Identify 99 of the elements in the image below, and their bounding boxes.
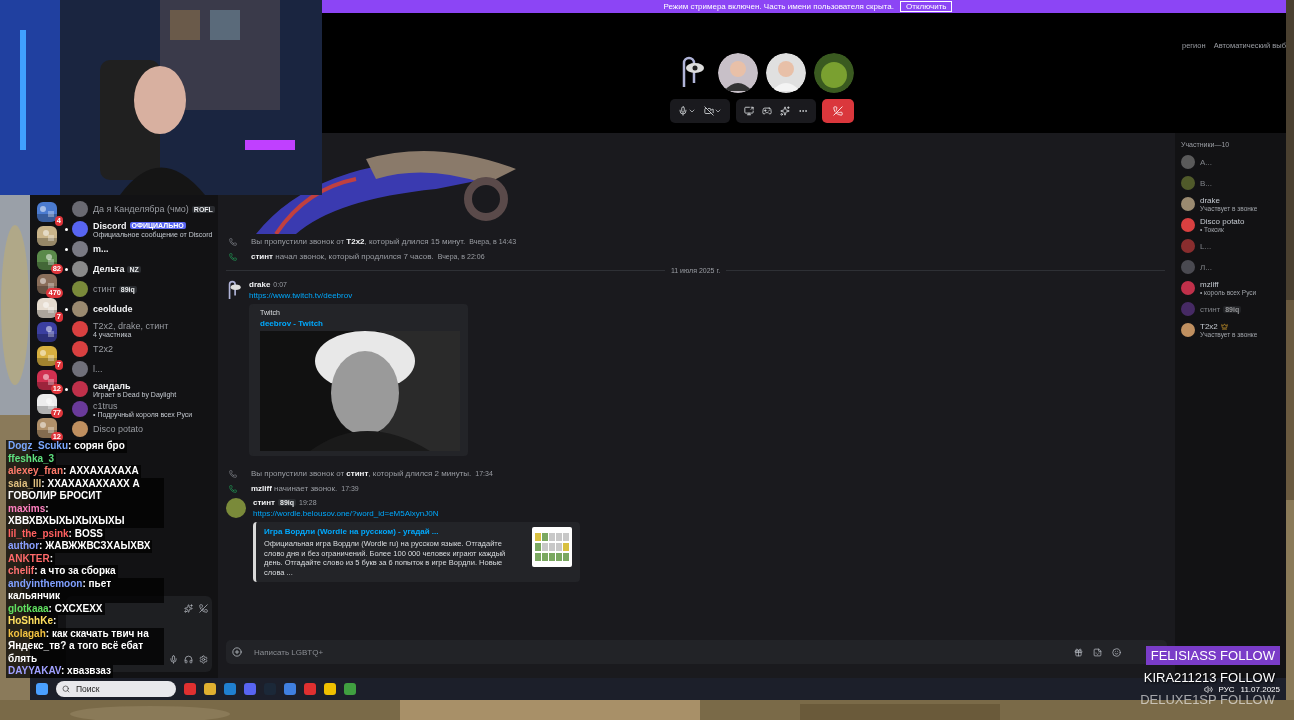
search-field[interactable]: Поиск	[56, 681, 176, 697]
app-icon[interactable]	[224, 683, 236, 695]
chat-message: maxims: ХВВХВХЫХЫХЫХЫХЫ	[6, 502, 164, 528]
chat-message: DAYYAKAV: хвазвзаз	[6, 665, 113, 678]
follow-label: DELUXE1SP FOLLOW	[1139, 692, 1276, 709]
chat-message: author: ЖАВЖЖВСЗХАЫХВХ	[6, 540, 153, 553]
embed-title[interactable]: Игра Вордли (Wordle на русском) - угадай ...	[264, 527, 524, 536]
app-icon[interactable]	[324, 683, 336, 695]
paperclip-icon	[226, 280, 242, 300]
clock-date[interactable]: 11.07.2025	[1240, 684, 1280, 694]
avatar[interactable]	[72, 221, 88, 237]
dm-name[interactable]: Да я Канделябра (чмо)	[93, 204, 189, 214]
member-name[interactable]: Л...	[1200, 262, 1212, 272]
disable-button[interactable]: Отключить	[900, 1, 953, 12]
chat-message: andyinthemoon: пьет кальянчик	[6, 577, 164, 603]
call-notice: Вы пропустили звонок от стинт, который длился 2 минуты.	[251, 469, 472, 478]
avatar[interactable]	[226, 498, 246, 518]
dm-name[interactable]: m...	[93, 244, 109, 254]
noise-button[interactable]	[184, 604, 193, 613]
avatar[interactable]	[72, 261, 88, 277]
app-icon[interactable]	[244, 683, 256, 695]
avatar[interactable]	[72, 301, 88, 317]
call-notice: mzliff начинает звонок.	[251, 484, 338, 493]
dm-name[interactable]: стинт	[93, 284, 116, 294]
avatar[interactable]	[72, 341, 88, 357]
avatar[interactable]	[72, 421, 88, 437]
headphones-button[interactable]	[184, 655, 193, 664]
chat-message: Dogz_Scuku: сорян бро	[6, 440, 127, 453]
gift-icon[interactable]	[1074, 647, 1083, 657]
follow-label: FELISIASS FOLLOW	[1145, 646, 1280, 665]
avatar[interactable]	[1181, 155, 1195, 169]
member-name[interactable]: стинт	[1200, 304, 1221, 314]
avatar[interactable]	[1181, 197, 1195, 211]
screen-share-button[interactable]	[744, 106, 754, 116]
app-icon[interactable]	[304, 683, 316, 695]
author-name[interactable]: drake	[249, 280, 271, 289]
author-name[interactable]: стинт	[253, 498, 276, 507]
member-name[interactable]: mzliff	[1200, 280, 1219, 289]
avatar[interactable]	[72, 381, 88, 397]
dm-name[interactable]: T2x2, drake, стинт	[93, 320, 169, 331]
member-name[interactable]: А...	[1200, 157, 1212, 167]
call-notice: стинт начал звонок, который продлился 7 часов.	[251, 252, 434, 261]
member-name[interactable]: В...	[1200, 178, 1212, 188]
disconnect-button[interactable]	[199, 604, 208, 613]
chat-message: chelif: а что за сборка	[6, 565, 118, 578]
banner-text: Режим стримера включен. Часть имени пользователя скрыта.	[663, 2, 895, 11]
member-name[interactable]: drake	[1200, 196, 1220, 205]
volume-icon[interactable]	[1203, 684, 1213, 694]
activity-button[interactable]	[762, 106, 772, 116]
dm-name[interactable]: сандаль	[93, 380, 131, 391]
camera-button[interactable]	[704, 106, 722, 116]
mic-button[interactable]	[678, 106, 696, 116]
avatar[interactable]	[72, 281, 88, 297]
dm-name[interactable]: Discord	[93, 220, 127, 231]
search-input[interactable]: Поиск	[74, 683, 164, 695]
member-name[interactable]: Disco potato	[1200, 217, 1245, 226]
hang-up-icon[interactable]	[833, 106, 843, 116]
dm-name[interactable]: Дельта	[93, 264, 125, 274]
avatar[interactable]	[1181, 281, 1195, 295]
avatar[interactable]	[1181, 218, 1195, 232]
member-name[interactable]: L...	[1200, 241, 1212, 251]
app-icon[interactable]	[184, 683, 196, 695]
member-name[interactable]: T2x2	[1200, 322, 1218, 331]
search-icon[interactable]	[62, 685, 70, 693]
dm-name[interactable]: T2x2	[93, 344, 113, 354]
settings-button[interactable]	[199, 655, 208, 664]
chat-message: saia_lll: ХХАХАХАХХАХХ А ГОВОЛИР БРОСИТ	[6, 477, 164, 503]
message-input[interactable]: Написать LGBTQ+	[252, 644, 1064, 660]
dm-name[interactable]: ceoldude	[93, 304, 133, 314]
mic-button[interactable]	[169, 655, 178, 664]
embed-title[interactable]: deebrov - Twitch	[260, 319, 460, 328]
avatar[interactable]	[72, 201, 88, 217]
avatar[interactable]	[1181, 323, 1195, 337]
hang-up-button[interactable]	[822, 99, 854, 123]
link[interactable]: https://www.twitch.tv/deebrov	[249, 291, 468, 300]
avatar[interactable]	[72, 361, 88, 377]
dm-name[interactable]: Disco potato	[93, 424, 144, 434]
call-notice: Вы пропустили звонок от T2x2, который длился 15 минут.	[251, 237, 466, 246]
chevron-down-icon[interactable]	[714, 107, 722, 115]
chat-message: alexey_fran: АХХАХАХАХА	[6, 465, 141, 478]
camera-off-icon[interactable]	[704, 106, 714, 116]
wordle-grid-drawing	[532, 527, 572, 567]
start-icon[interactable]	[36, 683, 48, 695]
link[interactable]: https://wordle.belousov.one/?word_id=eM5AlxynJ0N	[253, 509, 580, 518]
add-icon[interactable]	[232, 647, 242, 657]
sticker-icon[interactable]	[1093, 647, 1102, 657]
dm-name[interactable]: l...	[93, 364, 103, 374]
avatar[interactable]	[72, 321, 88, 337]
emoji-icon[interactable]	[1112, 647, 1121, 657]
app-icon[interactable]	[344, 683, 356, 695]
avatar[interactable]	[72, 241, 88, 257]
language-indicator[interactable]: РУС	[1218, 684, 1235, 694]
soundboard-button[interactable]	[780, 106, 790, 116]
app-icon[interactable]	[284, 683, 296, 695]
microphone-icon[interactable]	[678, 106, 688, 116]
chevron-down-icon[interactable]	[688, 107, 696, 115]
app-icon[interactable]	[204, 683, 216, 695]
dm-name[interactable]: c1trus	[93, 400, 118, 411]
follow-label: KIRA211213 FOLLOW	[1142, 669, 1276, 687]
